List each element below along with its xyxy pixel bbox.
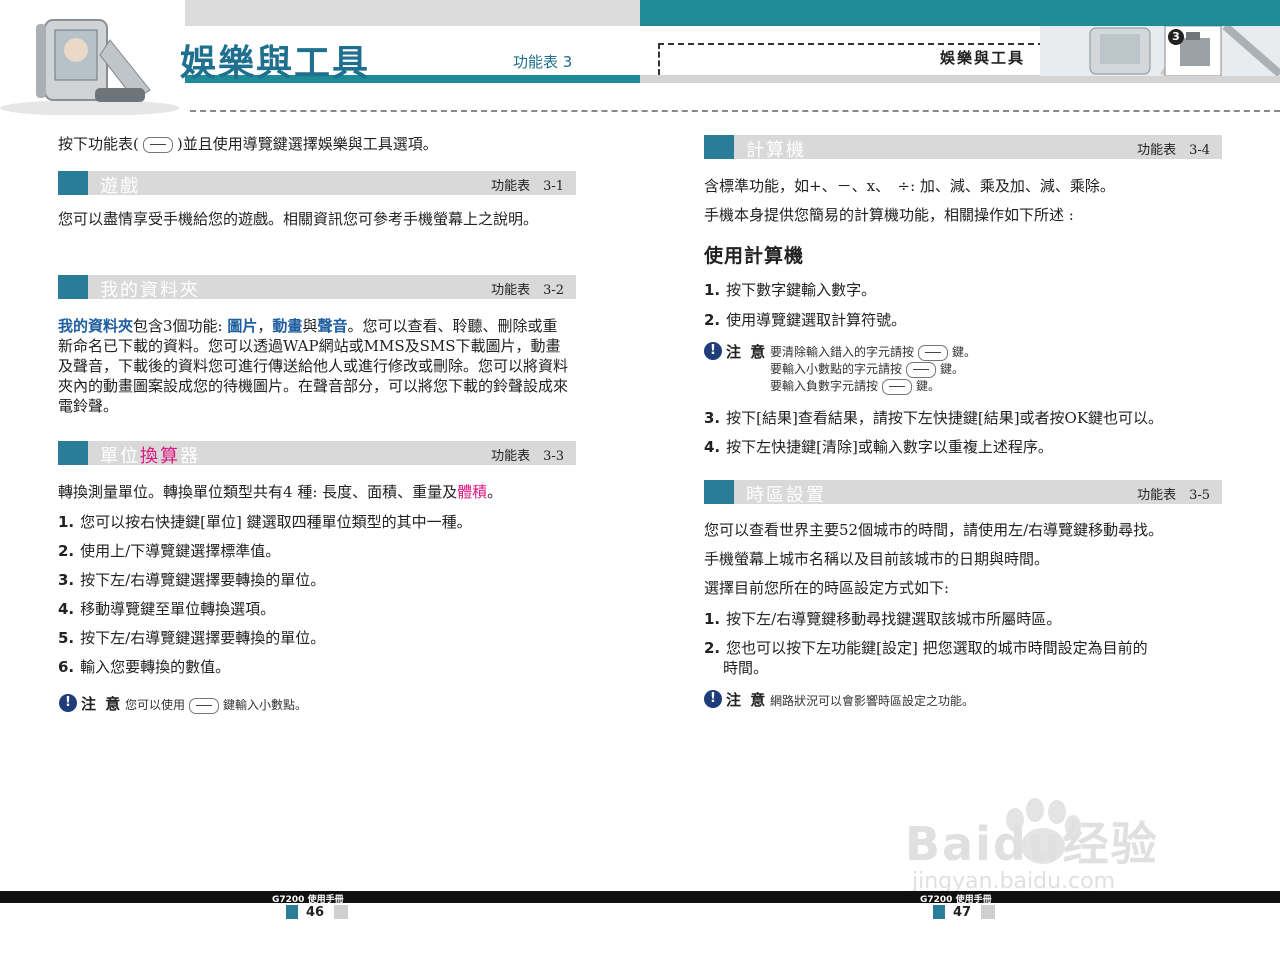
calc-paragraph-1: 含標準功能，如+、－、x、 ÷: 加、減、乘及加、減、乘除。 [704, 177, 1115, 195]
page-title: 娛樂與工具 [180, 42, 371, 84]
timezone-step: 2. 您也可以按下左功能鍵[設定] 把您選取的城市時間設定為目前的 [704, 639, 1148, 657]
page-marker [334, 905, 348, 919]
timezone-paragraph-3: 選擇目前您所在的時區設定方式如下: [704, 579, 950, 597]
warning-icon: ! [704, 690, 722, 708]
page-number-right: 47 [953, 905, 972, 920]
converter-step: 4. 移動導覽鍵至單位轉換選項。 [58, 600, 276, 618]
section-timezone-title: 時區設置 [746, 485, 826, 506]
section-timezone-header: 時區設置 功能表 3-5 [704, 480, 1222, 506]
footer-label-right: G7200 使用手冊 [920, 895, 992, 905]
section-converter-number: 功能表 3-3 [491, 449, 564, 464]
chapter-badge: 3 [1168, 29, 1184, 45]
footer-label-left: G7200 使用手冊 [272, 895, 344, 905]
header-band-gray-right [640, 75, 1280, 83]
section-converter-intro: 轉換測量單位。轉換單位類型共有4 種: 長度、面積、重量及體積。 [58, 483, 503, 501]
watermark-brand: Baidu经验 [905, 817, 1159, 871]
section-calculator-number: 功能表 3-4 [1137, 143, 1210, 158]
timezone-step-continued: 時間。 [723, 659, 769, 677]
hash-key-icon [189, 697, 220, 714]
calc-step: 1. 按下數字鍵輸入數字。 [704, 281, 877, 299]
note-line: 要輸入小數點的字元請按 鍵。 [770, 361, 965, 378]
header-divider [190, 110, 1280, 112]
converter-step: 2. 使用上/下導覽鍵選擇標準值。 [58, 542, 281, 560]
section-converter-header: 單位換算器 功能表 3-3 [58, 441, 576, 467]
page-marker [286, 905, 298, 919]
converter-step: 1. 您可以按右快捷鍵[單位] 鍵選取四種單位類型的其中一種。 [58, 513, 472, 531]
section-folder-body: 我的資料夾包含3個功能: 圖片，動畫與聲音。您可以查看、聆聽、刪除或重新命名已下… [58, 317, 569, 415]
toolbox-illustration [1040, 26, 1280, 76]
timezone-paragraph-2: 手機螢幕上城市名稱以及目前該城市的日期與時間。 [704, 550, 1050, 568]
page-marker [933, 905, 945, 919]
warning-icon: ! [704, 342, 722, 360]
chapter-tab-label: 娛樂與工具 [940, 49, 1026, 67]
converter-step: 3. 按下左/右導覽鍵選擇要轉換的單位。 [58, 571, 326, 589]
note-text: 網路狀況可以會影響時區設定之功能。 [770, 694, 975, 708]
section-games-title: 遊戲 [100, 176, 140, 197]
header-band-gray-left [185, 0, 640, 26]
calc-step: 4. 按下左快捷鍵[清除]或輸入數字以重複上述程序。 [704, 438, 1053, 456]
menu-reference: 功能表 3 [513, 53, 573, 71]
section-games-number: 功能表 3-1 [491, 179, 564, 194]
footer-bar [0, 891, 1280, 903]
section-calculator-title: 計算機 [746, 140, 806, 161]
section-converter-title: 單位換算器 [100, 446, 200, 467]
timezone-step: 1. 按下左/右導覽鍵移動尋找鍵選取該城市所屬時區。 [704, 610, 1062, 628]
section-calculator-header: 計算機 功能表 3-4 [704, 135, 1222, 161]
page-marker [981, 905, 995, 919]
section-folder-header: 我的資料夾 功能表 3-2 [58, 275, 576, 301]
clear-key-icon [918, 344, 949, 361]
timezone-paragraph-1: 您可以查看世界主要52個城市的時間，請使用左/右導覽鍵移動尋找。 [704, 521, 1164, 539]
converter-step: 6. 輸入您要轉換的數值。 [58, 658, 231, 676]
calc-paragraph-2: 手機本身提供您簡易的計算機功能，相關操作如下所述 : [704, 206, 1074, 224]
calc-step: 2. 使用導覽鍵選取計算符號。 [704, 311, 907, 329]
phone-illustration [0, 0, 185, 115]
section-folder-number: 功能表 3-2 [491, 283, 564, 298]
section-games-body: 您可以盡情享受手機給您的遊戲。相關資訊您可參考手機螢幕上之說明。 [58, 210, 539, 228]
note-line: 要輸入負數字元請按 鍵。 [770, 378, 941, 395]
section-timezone-number: 功能表 3-5 [1137, 488, 1210, 503]
hash-key-icon [906, 361, 937, 378]
converter-step: 5. 按下左/右導覽鍵選擇要轉換的單位。 [58, 629, 326, 647]
intro-text: 按下功能表()並且使用導覽鍵選擇娛樂與工具選項。 [58, 135, 438, 153]
calc-step: 3. 按下[結果]查看結果，請按下左快捷鍵[結果]或者按OK鍵也可以。 [704, 409, 1164, 427]
note-label: 注 意 [726, 691, 768, 709]
warning-icon: ! [59, 694, 77, 712]
header-band-teal-right [640, 0, 1280, 26]
softkey-icon [142, 137, 173, 153]
section-folder-title: 我的資料夾 [100, 280, 200, 301]
calc-subheading: 使用計算機 [704, 245, 805, 267]
section-games-header: 遊戲 功能表 3-1 [58, 171, 576, 197]
note-line: 要清除輸入錯入的字元請按 鍵。 [770, 344, 977, 361]
star-key-icon [882, 378, 913, 395]
note-label: 注 意 [726, 343, 768, 361]
note-text: 您可以使用 鍵輸入小數點。 [125, 697, 308, 714]
note-label: 注 意 [81, 695, 123, 713]
page-number-left: 46 [306, 905, 325, 920]
